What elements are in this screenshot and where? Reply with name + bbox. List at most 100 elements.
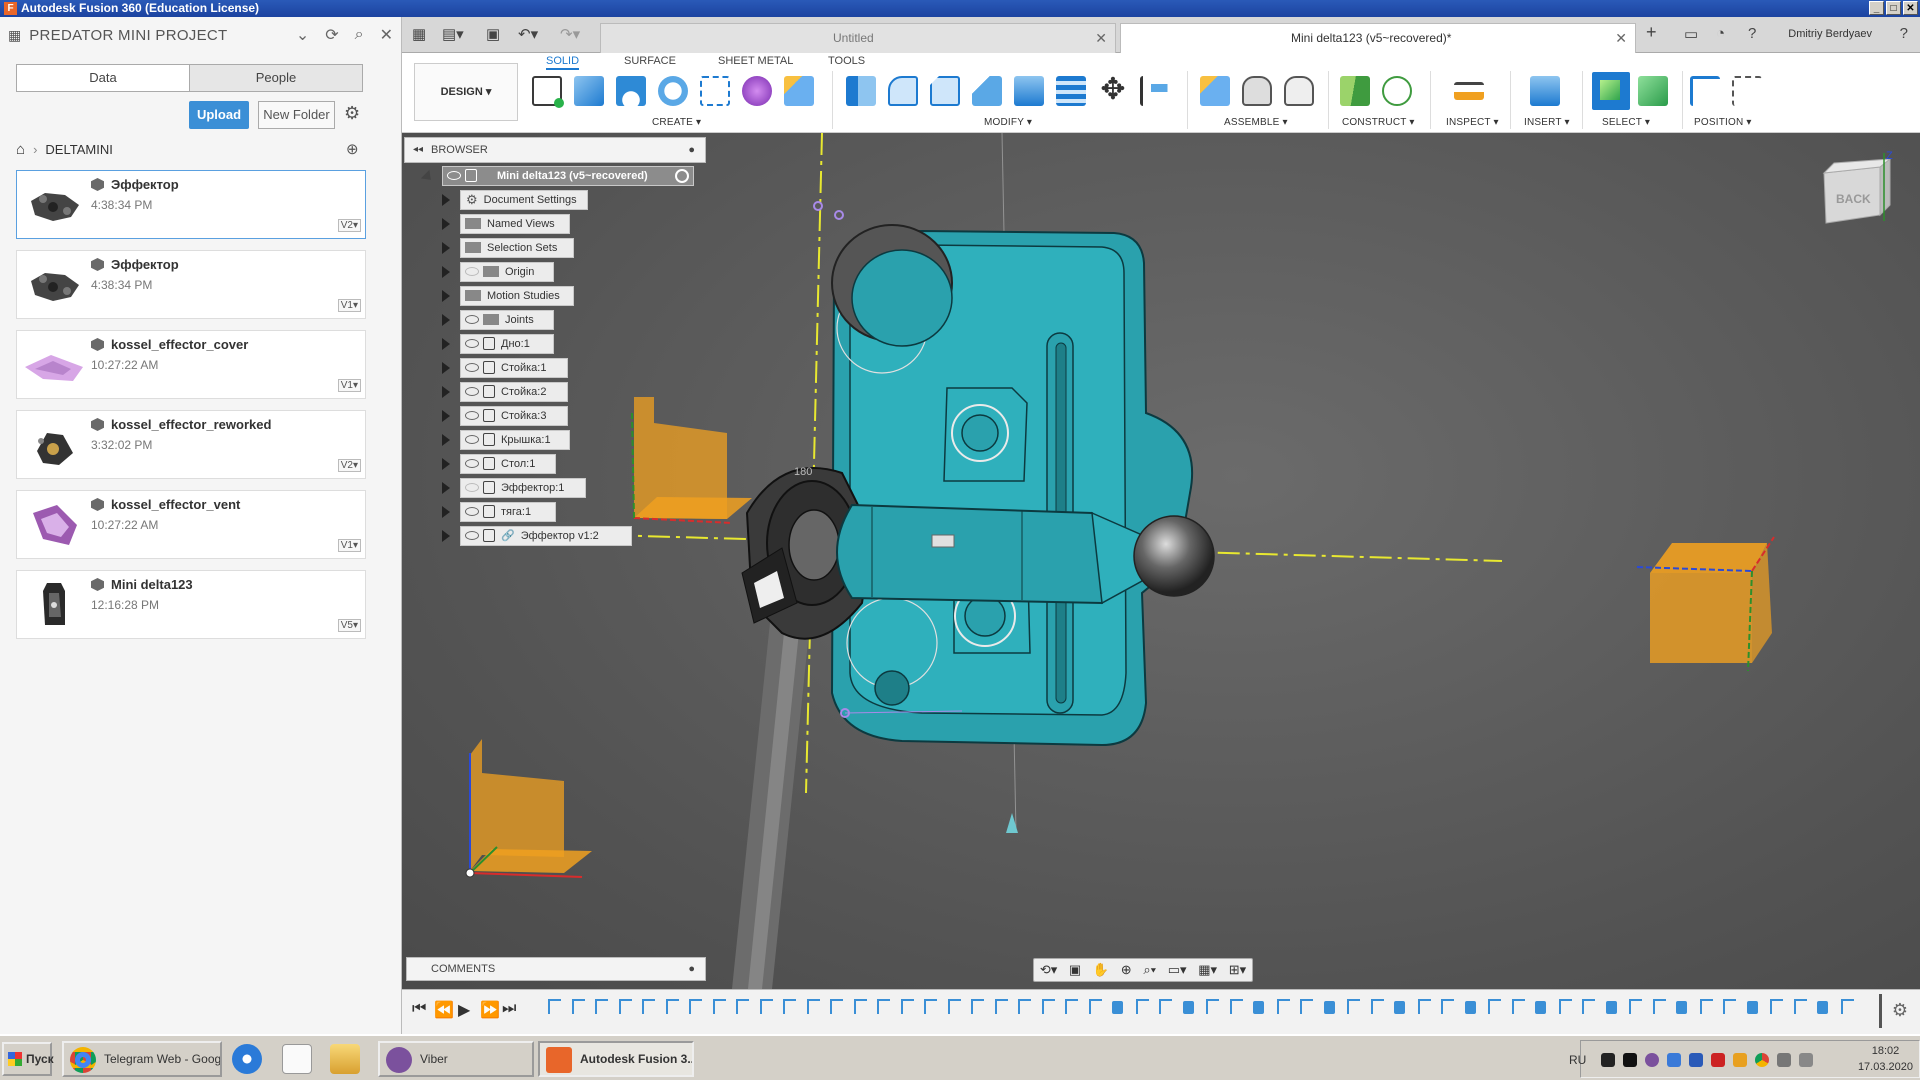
- tray-volume-icon[interactable]: [1799, 1053, 1813, 1067]
- timeline-feature-icon[interactable]: [783, 999, 796, 1014]
- tray-app-icon[interactable]: [1623, 1053, 1637, 1067]
- taskbar-fusion[interactable]: Autodesk Fusion 3...: [538, 1041, 694, 1077]
- tab-data[interactable]: Data: [17, 65, 189, 91]
- viewports-icon[interactable]: ⊞▾: [1229, 962, 1246, 978]
- browser-node-stoyka-2[interactable]: Стойка:2: [460, 382, 568, 402]
- timeline-prev-icon[interactable]: ⏪: [434, 1000, 454, 1020]
- timeline-feature-icon[interactable]: [1323, 1001, 1335, 1014]
- visibility-eye-icon[interactable]: [465, 410, 479, 420]
- timeline-feature-icon[interactable]: [1676, 1001, 1687, 1014]
- browser-node-stoyka-1[interactable]: Стойка:1: [460, 358, 568, 378]
- timeline-feature-icon[interactable]: [595, 999, 608, 1014]
- press-pull-icon[interactable]: [846, 76, 876, 106]
- extrude-icon[interactable]: [574, 76, 604, 106]
- timeline-feature-icon[interactable]: [1746, 1001, 1758, 1014]
- timeline-feature-icon[interactable]: [971, 999, 984, 1014]
- browser-node-effector-v1-2[interactable]: 🔗 Эффектор v1:2: [460, 526, 632, 546]
- tab-surface[interactable]: SURFACE: [624, 55, 676, 67]
- clock[interactable]: 18:02 17.03.2020: [1858, 1043, 1913, 1075]
- expand-node-icon[interactable]: [442, 530, 450, 542]
- tray-app-icon[interactable]: [1601, 1053, 1615, 1067]
- timeline-feature-icon[interactable]: [1511, 999, 1525, 1014]
- file-card[interactable]: Эффектор 4:38:34 PM V2▾: [16, 170, 366, 239]
- version-badge[interactable]: V2▾: [337, 219, 361, 232]
- browser-root-node[interactable]: Mini delta123 (v5~recovered): [442, 166, 694, 186]
- home-icon[interactable]: ⌂: [16, 141, 25, 158]
- close-tab-icon[interactable]: ✕: [1095, 24, 1107, 52]
- capture-position-icon[interactable]: [1690, 76, 1720, 106]
- version-badge[interactable]: V1▾: [337, 379, 361, 392]
- visibility-eye-icon[interactable]: [465, 266, 479, 276]
- timeline-feature-icon[interactable]: [736, 999, 749, 1014]
- new-component-icon[interactable]: [784, 76, 814, 106]
- timeline-feature-icon[interactable]: [1535, 1001, 1546, 1014]
- view-cube[interactable]: BACK Z: [1822, 150, 1893, 224]
- timeline-feature-icon[interactable]: [1253, 1001, 1264, 1014]
- new-folder-button[interactable]: New Folder: [258, 101, 335, 129]
- expand-node-icon[interactable]: [442, 290, 450, 302]
- timeline-next-icon[interactable]: ⏩: [480, 1000, 500, 1020]
- timeline-feature-icon[interactable]: [1088, 999, 1102, 1014]
- chevron-down-icon[interactable]: ⌄: [296, 25, 309, 45]
- close-window-button[interactable]: ✕: [1903, 1, 1918, 15]
- modify-menu[interactable]: MODIFY ▾: [984, 117, 1032, 128]
- browser-node-kryshka[interactable]: Крышка:1: [460, 430, 570, 450]
- timeline-feature-icon[interactable]: [1441, 999, 1454, 1014]
- slack-icon[interactable]: [282, 1044, 312, 1074]
- position-menu[interactable]: POSITION ▾: [1694, 117, 1752, 128]
- gear-icon[interactable]: ⚙: [344, 103, 360, 124]
- expand-node-icon[interactable]: [442, 314, 450, 326]
- insert-image-icon[interactable]: [1530, 76, 1560, 106]
- browser-node-joints[interactable]: Joints: [460, 310, 554, 330]
- file-card[interactable]: kossel_effector_cover 10:27:22 AM V1▾: [16, 330, 366, 399]
- visibility-eye-icon[interactable]: [465, 434, 479, 444]
- joint-icon[interactable]: [1242, 76, 1272, 106]
- create-form-icon[interactable]: [742, 76, 772, 106]
- grid-settings-icon[interactable]: ▦▾: [1198, 962, 1217, 978]
- refresh-icon[interactable]: ⟳: [325, 25, 338, 45]
- timeline-feature-icon[interactable]: [1699, 999, 1713, 1014]
- comments-panel[interactable]: COMMENTS ●: [406, 957, 706, 981]
- start-button[interactable]: Пуск: [2, 1042, 54, 1076]
- expand-node-icon[interactable]: [442, 338, 450, 350]
- browser-node-origin[interactable]: Origin: [460, 262, 554, 282]
- timeline-feature-icon[interactable]: [830, 999, 843, 1014]
- timeline-feature-icon[interactable]: [1394, 1001, 1405, 1014]
- shell-icon[interactable]: [972, 76, 1002, 106]
- timeline-feature-icon[interactable]: [1652, 999, 1666, 1014]
- help-circle-icon[interactable]: ?: [1900, 25, 1908, 42]
- visibility-eye-icon[interactable]: [465, 338, 479, 348]
- browser-node-named-views[interactable]: Named Views: [460, 214, 570, 234]
- move-copy-icon[interactable]: ✥: [1098, 75, 1128, 106]
- timeline-feature-icon[interactable]: [1347, 999, 1360, 1014]
- pattern-icon[interactable]: [700, 76, 730, 106]
- new-component-assemble-icon[interactable]: [1200, 76, 1230, 106]
- inspect-menu[interactable]: INSPECT ▾: [1446, 117, 1499, 128]
- close-tab-icon[interactable]: ✕: [1615, 24, 1627, 52]
- timeline-feature-icon[interactable]: [1582, 999, 1595, 1014]
- job-status-icon[interactable]: ◔: [1716, 25, 1725, 42]
- tray-network-icon[interactable]: [1777, 1053, 1791, 1067]
- timeline-feature-icon[interactable]: [1840, 999, 1854, 1014]
- timeline-settings-icon[interactable]: ⚙: [1892, 1000, 1908, 1021]
- revolve-icon[interactable]: [616, 76, 646, 106]
- minimize-browser-icon[interactable]: ●: [688, 138, 695, 162]
- new-tab-icon[interactable]: +: [1646, 22, 1657, 43]
- timeline-feature-icon[interactable]: [1629, 999, 1642, 1014]
- fit-icon[interactable]: ⌕▾: [1143, 962, 1156, 978]
- assemble-menu[interactable]: ASSEMBLE ▾: [1224, 117, 1288, 128]
- version-badge[interactable]: V1▾: [337, 299, 361, 312]
- browser-node-selection-sets[interactable]: Selection Sets: [460, 238, 574, 258]
- visibility-eye-icon[interactable]: [447, 170, 461, 180]
- visibility-eye-icon[interactable]: [465, 314, 479, 324]
- timeline-feature-icon[interactable]: [1793, 999, 1807, 1014]
- timeline-feature-icon[interactable]: [1558, 999, 1572, 1014]
- taskbar-telegram[interactable]: Telegram Web - Goog...: [62, 1041, 222, 1077]
- file-card[interactable]: kossel_effector_reworked 3:32:02 PM V2▾: [16, 410, 366, 479]
- timeline-play-icon[interactable]: ▶: [458, 1000, 470, 1020]
- timeline-feature-icon[interactable]: [1159, 999, 1172, 1014]
- align-icon[interactable]: [1140, 76, 1170, 106]
- notifications-icon[interactable]: ▭: [1684, 25, 1698, 43]
- activate-radio-icon[interactable]: [675, 169, 689, 183]
- collapse-browser-icon[interactable]: ◂◂: [413, 138, 423, 162]
